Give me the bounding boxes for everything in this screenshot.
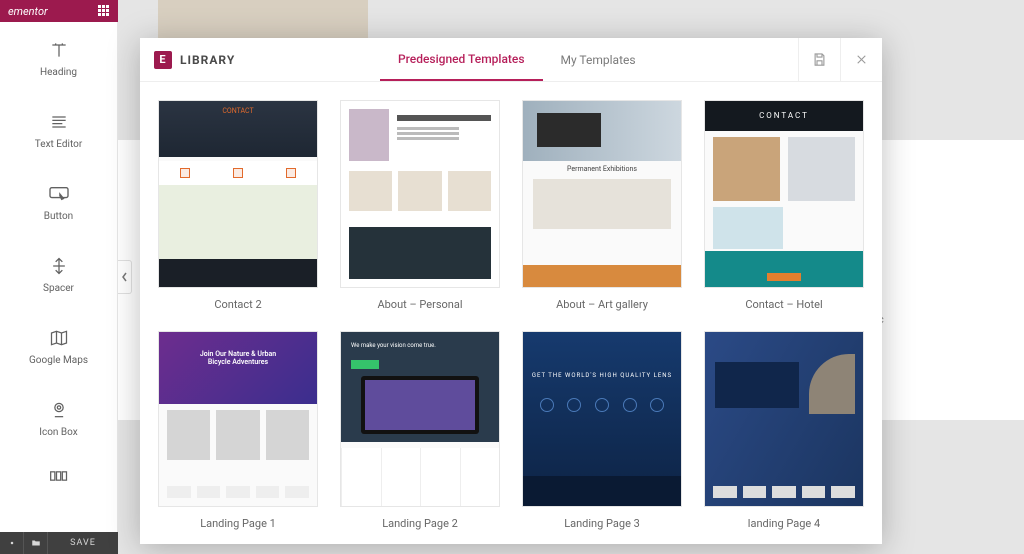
widget-button[interactable]: Button: [0, 166, 117, 238]
template-card[interactable]: CONTACT Contact 2: [158, 100, 318, 311]
widget-text-editor[interactable]: Text Editor: [0, 94, 117, 166]
type-icon: [48, 39, 70, 61]
widget-label: Icon Box: [39, 427, 77, 438]
template-label: Landing Page 1: [200, 517, 276, 530]
widget-label: Spacer: [43, 283, 74, 294]
widget-label: Button: [44, 211, 73, 222]
template-card[interactable]: Permanent Exhibitions About – Art galler…: [522, 100, 682, 311]
close-button[interactable]: [840, 38, 882, 81]
template-thumbnail: We make your vision come true.: [340, 331, 500, 507]
spacer-icon: [48, 255, 70, 277]
template-label: Contact – Hotel: [745, 298, 822, 311]
template-card[interactable]: We make your vision come true. Landing P…: [340, 331, 500, 530]
columns-icon: [48, 465, 70, 487]
elementor-logo-icon: E: [154, 51, 172, 69]
template-label: About – Art gallery: [556, 298, 648, 311]
folder-button[interactable]: [24, 532, 48, 554]
brand-bar: ementor: [0, 0, 118, 22]
widget-spacer[interactable]: Spacer: [0, 238, 117, 310]
modal-header: E LIBRARY Predesigned Templates My Templ…: [140, 38, 882, 82]
widget-icon-box[interactable]: Icon Box: [0, 382, 117, 454]
template-card[interactable]: CONTACT Contact – Hotel: [704, 100, 864, 311]
template-thumbnail: Join Our Nature & UrbanBicycle Adventure…: [158, 331, 318, 507]
save-button[interactable]: SAVE: [48, 532, 118, 554]
template-label: landing Page 4: [748, 517, 820, 530]
widget-google-maps[interactable]: Google Maps: [0, 310, 117, 382]
template-grid-row1: CONTACT Contact 2 About – Personal Perma…: [158, 100, 864, 311]
button-icon: [48, 183, 70, 205]
widget-more[interactable]: [0, 454, 117, 498]
settings-button[interactable]: [0, 532, 24, 554]
template-card[interactable]: landing Page 4: [704, 331, 864, 530]
template-card[interactable]: GET THE WORLD'S HIGH QUALITY LENS Landin…: [522, 331, 682, 530]
template-thumbnail: [704, 331, 864, 507]
save-template-button[interactable]: [798, 38, 840, 81]
lines-icon: [48, 111, 70, 133]
template-card[interactable]: Join Our Nature & UrbanBicycle Adventure…: [158, 331, 318, 530]
template-thumbnail: [340, 100, 500, 288]
tab-my-templates[interactable]: My Templates: [543, 38, 654, 81]
apps-icon[interactable]: [98, 5, 110, 17]
map-pin-icon: [48, 327, 70, 349]
modal-actions: [798, 38, 882, 81]
modal-body[interactable]: CONTACT Contact 2 About – Personal Perma…: [140, 82, 882, 544]
template-thumbnail: Permanent Exhibitions: [522, 100, 682, 288]
widget-sidebar: Heading Text Editor Button Spacer Google…: [0, 22, 118, 532]
template-label: About – Personal: [377, 298, 462, 311]
target-icon: [48, 399, 70, 421]
modal-title-area: E LIBRARY: [140, 38, 380, 81]
widget-heading[interactable]: Heading: [0, 22, 117, 94]
modal-tabs: Predesigned Templates My Templates: [380, 38, 798, 81]
brand-name: ementor: [8, 5, 48, 18]
widget-label: Google Maps: [29, 355, 88, 366]
collapse-sidebar-handle[interactable]: [118, 260, 132, 294]
sidebar-actions: SAVE: [0, 532, 118, 554]
template-label: Landing Page 2: [382, 517, 458, 530]
template-label: Landing Page 3: [564, 517, 640, 530]
template-thumbnail: CONTACT: [704, 100, 864, 288]
template-grid-row2: Join Our Nature & UrbanBicycle Adventure…: [158, 331, 864, 530]
widget-label: Heading: [40, 67, 77, 78]
template-card[interactable]: About – Personal: [340, 100, 500, 311]
widget-label: Text Editor: [35, 139, 82, 150]
template-thumbnail: CONTACT: [158, 100, 318, 288]
template-label: Contact 2: [214, 298, 261, 311]
tab-predesigned-templates[interactable]: Predesigned Templates: [380, 38, 543, 81]
template-thumbnail: GET THE WORLD'S HIGH QUALITY LENS: [522, 331, 682, 507]
modal-title: LIBRARY: [180, 53, 235, 67]
library-modal: E LIBRARY Predesigned Templates My Templ…: [140, 38, 882, 544]
